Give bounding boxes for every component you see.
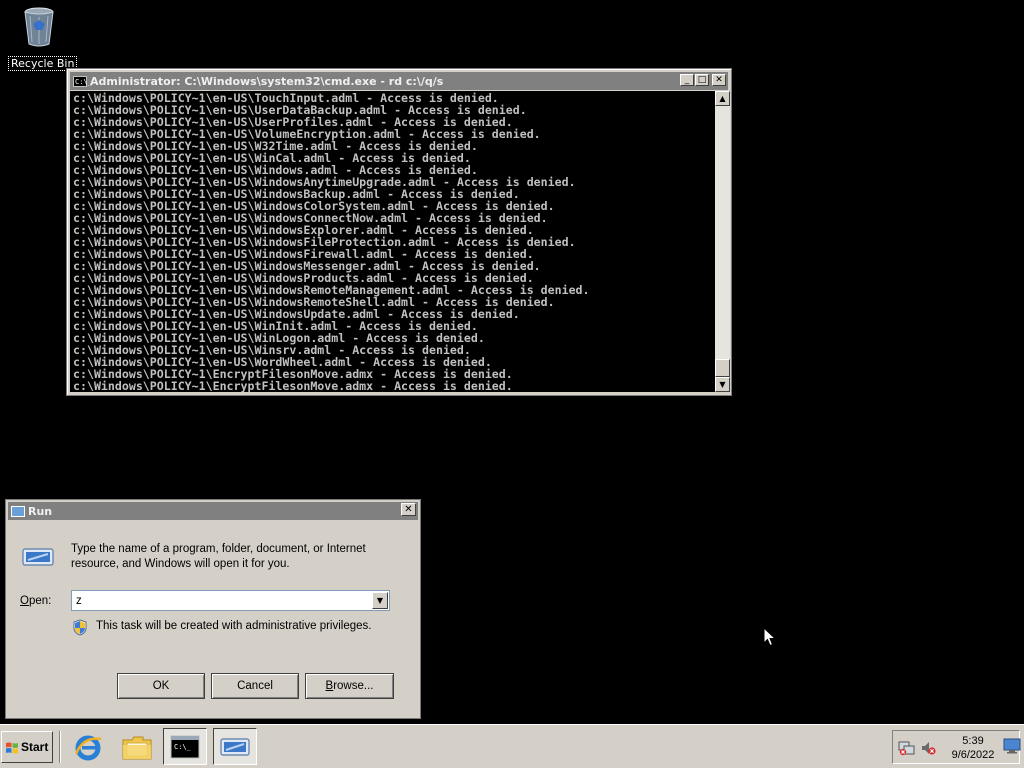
console-text: c:\Windows\POLICY~1\en-US\TouchInput.adm…: [73, 91, 590, 392]
run-titlebar[interactable]: Run: [8, 502, 418, 520]
open-input[interactable]: [76, 593, 366, 608]
scroll-down-button[interactable]: ▼: [715, 377, 730, 392]
cmd-icon: C:\_: [170, 735, 200, 758]
start-label: Start: [21, 740, 49, 754]
recycle-bin-icon: [22, 6, 56, 48]
ie-icon: [74, 735, 102, 760]
taskbar: Start C:\_ 5:39 9/6/2022: [0, 724, 1024, 768]
clock-date: 9/6/2022: [951, 749, 995, 761]
svg-text:C:\_: C:\_: [174, 743, 192, 751]
recycle-bin-shortcut[interactable]: Recycle Bin: [8, 6, 78, 71]
admin-privileges-note: This task will be created with administr…: [96, 620, 372, 632]
minimize-button[interactable]: _: [680, 74, 694, 86]
cmd-icon: C:\_: [73, 75, 92, 87]
mouse-cursor-icon: [763, 626, 777, 647]
run-description: Type the name of a program, folder, docu…: [71, 543, 366, 570]
show-desktop-icon[interactable]: [1003, 738, 1021, 754]
open-combobox[interactable]: ▼: [71, 590, 390, 611]
volume-muted-icon[interactable]: [920, 740, 938, 756]
uac-shield-icon: [72, 619, 88, 636]
maximize-button[interactable]: □: [695, 74, 709, 86]
taskbar-separator: [59, 731, 61, 763]
ok-button[interactable]: OK: [117, 673, 205, 699]
cmd-window-title: Administrator: C:\Windows\system32\cmd.e…: [90, 74, 444, 88]
start-button[interactable]: Start: [1, 731, 53, 763]
cmd-titlebar[interactable]: C:\_ Administrator: C:\Windows\system32\…: [70, 72, 728, 90]
cmd-window[interactable]: C:\_ Administrator: C:\Windows\system32\…: [66, 68, 732, 396]
open-label-text: pen:: [28, 595, 52, 607]
folder-icon: [122, 736, 152, 759]
clock[interactable]: 5:39 9/6/2022: [937, 734, 1009, 762]
taskbar-ie[interactable]: [66, 728, 110, 765]
run-dialog[interactable]: Run ✕ Type the name of a program, folder…: [5, 499, 421, 719]
clock-time: 5:39: [962, 735, 984, 747]
network-icon[interactable]: [898, 740, 916, 756]
open-label-accel: O: [20, 595, 29, 607]
run-dialog-title: Run: [28, 504, 53, 518]
scroll-thumb[interactable]: [715, 359, 730, 377]
cancel-button[interactable]: Cancel: [211, 673, 299, 699]
taskbar-cmd[interactable]: C:\_: [163, 728, 207, 765]
chevron-down-icon[interactable]: ▼: [372, 592, 388, 609]
scroll-up-button[interactable]: ▲: [715, 91, 730, 106]
run-close-button[interactable]: ✕: [401, 503, 416, 516]
console-output[interactable]: c:\Windows\POLICY~1\en-US\TouchInput.adm…: [70, 91, 715, 392]
browse-accel: B: [325, 680, 334, 692]
vertical-scrollbar[interactable]: ▲ ▼: [715, 91, 730, 392]
browse-button[interactable]: Browse...: [305, 673, 394, 699]
run-icon: [220, 737, 250, 756]
run-title-icon: [11, 505, 25, 517]
windows-flag-icon: [5, 740, 19, 754]
taskbar-run[interactable]: [213, 728, 257, 765]
browse-label: rowse...: [333, 680, 374, 692]
system-tray: 5:39 9/6/2022: [892, 730, 1020, 764]
open-label: Open:: [20, 595, 51, 607]
close-button[interactable]: ✕: [712, 74, 726, 86]
run-icon: [22, 545, 54, 569]
taskbar-explorer[interactable]: [115, 728, 159, 765]
